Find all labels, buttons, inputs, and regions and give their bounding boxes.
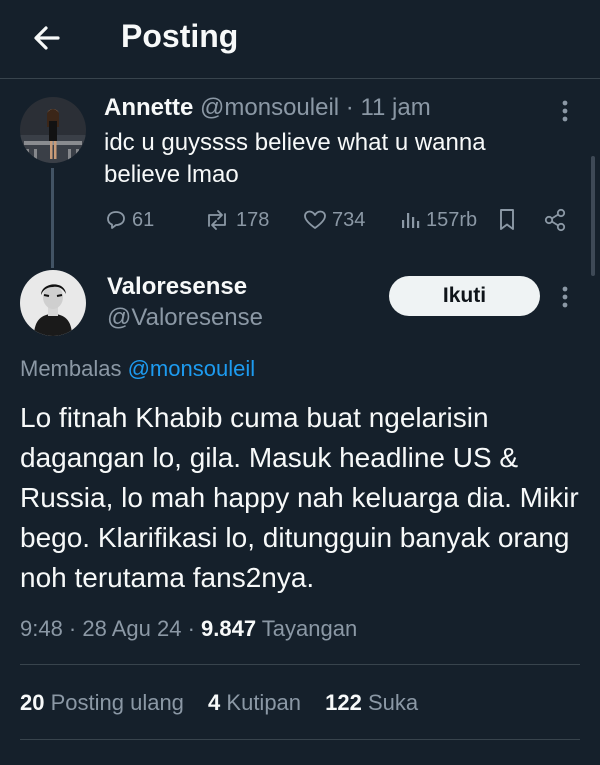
share-button[interactable] xyxy=(542,205,572,235)
author-name[interactable]: Annette xyxy=(104,94,193,121)
view-count: 157rb xyxy=(426,208,478,231)
likes-stat[interactable]: 122 Suka xyxy=(325,690,418,715)
thread-connector xyxy=(51,168,54,268)
engagement-stats: 20 Posting ulang 4 Kutipan 122 Suka xyxy=(20,688,436,718)
like-count: 734 xyxy=(332,208,366,231)
reply-context: Membalas @monsouleil xyxy=(20,354,255,384)
post-timestamp[interactable]: 9:48 · 28 Agu 24 · xyxy=(20,616,201,641)
reply-button[interactable]: 61 xyxy=(104,205,154,235)
scrollbar[interactable] xyxy=(591,156,595,276)
more-options-icon[interactable] xyxy=(555,96,575,126)
author-name[interactable]: Valoresense xyxy=(107,272,247,302)
like-button[interactable]: 734 xyxy=(302,205,365,235)
bookmark-button[interactable] xyxy=(496,205,522,235)
back-arrow-icon[interactable] xyxy=(28,18,68,58)
views-label: Tayangan xyxy=(256,616,358,641)
likes-label: Suka xyxy=(361,690,419,715)
author-handle[interactable]: @Valoresense xyxy=(107,303,263,333)
post-text: Lo fitnah Khabib cuma buat ngelarisin da… xyxy=(20,402,579,593)
repost-count: 178 xyxy=(236,208,270,231)
reply-to-link[interactable]: @monsouleil xyxy=(128,356,256,381)
quotes-label: Kutipan xyxy=(220,690,302,715)
top-bar: Posting xyxy=(0,0,600,79)
avatar[interactable] xyxy=(20,97,86,163)
bookmark-icon xyxy=(500,209,514,230)
avatar[interactable] xyxy=(20,270,86,336)
page-title: Posting xyxy=(121,18,239,54)
author-handle[interactable]: @monsouleil xyxy=(200,94,339,121)
views-button[interactable]: 157rb xyxy=(400,205,477,235)
reply-icon xyxy=(107,211,125,229)
follow-button[interactable]: Ikuti xyxy=(389,276,540,316)
heart-icon xyxy=(304,210,326,229)
quotes-count: 4 xyxy=(208,690,221,715)
quotes-stat[interactable]: 4 Kutipan xyxy=(208,690,301,715)
view-count: 9.847 xyxy=(201,616,257,641)
post-time[interactable]: · 11 jam xyxy=(346,94,431,121)
post-actions: 61 178 734 157rb xyxy=(104,205,574,235)
share-icon xyxy=(544,208,566,232)
reply-prefix: Membalas xyxy=(20,356,128,381)
reposts-label: Posting ulang xyxy=(44,690,184,715)
more-options-icon[interactable] xyxy=(555,282,575,312)
repost-button[interactable]: 178 xyxy=(202,205,269,235)
likes-count: 122 xyxy=(325,690,362,715)
post-meta: 9:48 · 28 Agu 24 · 9.847 Tayangan xyxy=(20,614,357,644)
views-icon xyxy=(402,213,420,228)
divider xyxy=(20,739,580,740)
post-text: idc u guyssss believe what u wanna belie… xyxy=(104,129,486,188)
post-header: Annette @monsouleil · 11 jam xyxy=(104,93,431,123)
divider xyxy=(20,664,580,665)
reposts-stat[interactable]: 20 Posting ulang xyxy=(20,690,184,715)
reply-count: 61 xyxy=(132,208,155,231)
reposts-count: 20 xyxy=(20,690,45,715)
repost-icon xyxy=(208,210,226,230)
